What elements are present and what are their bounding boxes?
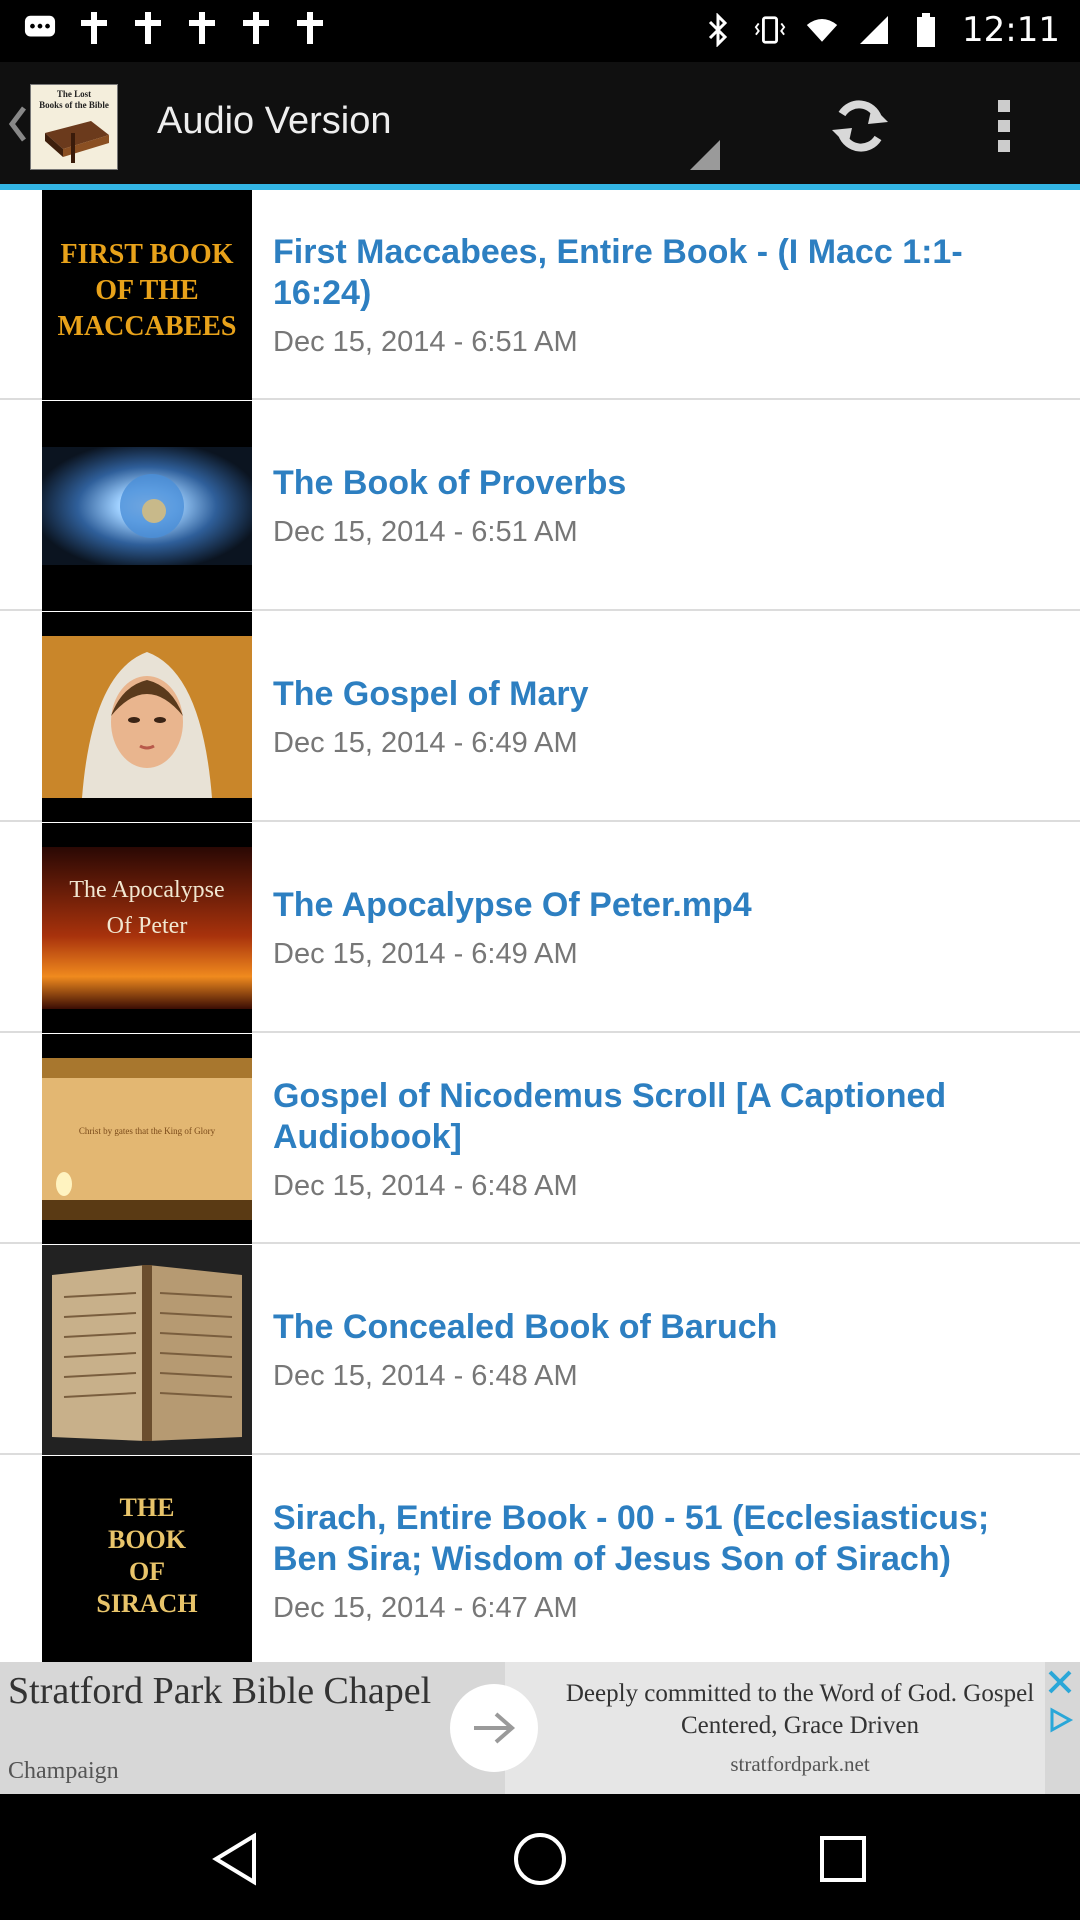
item-title: The Book of Proverbs [273, 464, 627, 502]
item-date: Dec 15, 2014 - 6:49 AM [273, 727, 578, 759]
signal-icon [858, 14, 890, 46]
svg-text:Of Peter: Of Peter [107, 913, 188, 939]
app-icon [78, 12, 110, 44]
svg-text:Books of the Bible: Books of the Bible [39, 100, 109, 110]
ad-subtitle: Champaign [8, 1758, 119, 1784]
list-item[interactable]: The Gospel of Mary Dec 15, 2014 - 6:49 A… [0, 612, 1080, 822]
item-date: Dec 15, 2014 - 6:49 AM [273, 938, 578, 970]
list-item[interactable]: Christ by gates that the King of Glory G… [0, 1034, 1080, 1244]
adchoices-icon[interactable] [1046, 1706, 1074, 1734]
back-chevron-icon[interactable] [8, 104, 28, 148]
svg-text:FIRST BOOK: FIRST BOOK [61, 239, 234, 270]
close-icon[interactable] [1046, 1668, 1074, 1696]
item-title: First Maccabees, Entire Book - (I Macc 1… [273, 232, 963, 312]
recents-square-icon[interactable] [808, 1824, 878, 1894]
chat-bubble-icon [24, 12, 56, 44]
svg-text:OF: OF [129, 1557, 165, 1586]
thumbnail-nicodemus-scroll: Christ by gates that the King of Glory [42, 1034, 252, 1244]
svg-text:OF THE: OF THE [95, 275, 198, 306]
spinner-triangle-icon[interactable] [690, 140, 720, 174]
item-title: Sirach, Entire Book - 00 - 51 (Ecclesias… [273, 1498, 990, 1578]
thumbnail-book-of-sirach: THE BOOK OF SIRACH [42, 1456, 252, 1662]
vibrate-icon [754, 14, 786, 46]
ad-banner[interactable]: Stratford Park Bible Chapel Champaign De… [0, 1662, 1080, 1794]
wifi-icon [806, 14, 838, 46]
svg-text:BOOK: BOOK [108, 1525, 187, 1554]
app-icon [240, 12, 272, 44]
item-date: Dec 15, 2014 - 6:48 AM [273, 1169, 578, 1202]
list-item[interactable]: FIRST BOOK OF THE MACCABEES First Maccab… [0, 190, 1080, 400]
item-date: Dec 15, 2014 - 6:51 AM [273, 516, 578, 548]
video-list[interactable]: FIRST BOOK OF THE MACCABEES First Maccab… [0, 190, 1080, 1662]
status-bar: 12:11 [0, 0, 1080, 62]
svg-text:SIRACH: SIRACH [96, 1589, 197, 1618]
list-item[interactable]: THE BOOK OF SIRACH Sirach, Entire Book -… [0, 1456, 1080, 1662]
page-title[interactable]: Audio Version [157, 100, 392, 143]
refresh-icon[interactable] [828, 98, 892, 158]
app-icon [186, 12, 218, 44]
thumbnail-book-of-baruch [42, 1245, 252, 1455]
navigation-bar [0, 1794, 1080, 1920]
svg-text:MACCABEES: MACCABEES [58, 311, 237, 342]
item-date: Dec 15, 2014 - 6:51 AM [273, 325, 578, 358]
thumbnail-maccabees: FIRST BOOK OF THE MACCABEES [42, 190, 252, 400]
back-triangle-icon[interactable] [200, 1824, 270, 1894]
battery-icon [910, 13, 942, 47]
thumbnail-proverbs [42, 401, 252, 611]
ad-arrow-button[interactable] [450, 1684, 538, 1772]
home-circle-icon[interactable] [505, 1824, 575, 1894]
list-item[interactable]: The Book of Proverbs Dec 15, 2014 - 6:51… [0, 401, 1080, 611]
thumbnail-gospel-of-mary [42, 612, 252, 822]
ad-title[interactable]: Stratford Park Bible Chapel [8, 1668, 438, 1714]
list-item[interactable]: The Concealed Book of Baruch Dec 15, 201… [0, 1245, 1080, 1455]
overflow-menu-icon[interactable] [992, 98, 1016, 158]
svg-text:THE: THE [120, 1493, 175, 1522]
app-icon [132, 12, 164, 44]
svg-text:The Apocalypse: The Apocalypse [69, 877, 224, 903]
arrow-right-icon [474, 1712, 516, 1744]
clock: 12:11 [962, 10, 1060, 50]
list-item[interactable]: The Apocalypse Of Peter The Apocalypse O… [0, 823, 1080, 1033]
item-title: The Gospel of Mary [273, 675, 589, 713]
ad-url[interactable]: stratfordpark.net [540, 1752, 1060, 1777]
thumbnail-apocalypse-of-peter: The Apocalypse Of Peter [42, 823, 252, 1033]
app-logo[interactable]: The Lost Books of the Bible [30, 84, 118, 170]
item-title: The Concealed Book of Baruch [273, 1308, 778, 1346]
action-bar: The Lost Books of the Bible Audio Versio… [0, 62, 1080, 184]
item-date: Dec 15, 2014 - 6:48 AM [273, 1360, 578, 1392]
ad-description: Deeply committed to the Word of God. Gos… [565, 1680, 1035, 1739]
svg-text:Christ by gates that the King: Christ by gates that the King of Glory [79, 1126, 216, 1136]
bluetooth-icon [702, 13, 734, 47]
svg-text:The Lost: The Lost [57, 89, 91, 99]
item-date: Dec 15, 2014 - 6:47 AM [273, 1591, 578, 1624]
item-title: Gospel of Nicodemus Scroll [A Captioned … [273, 1076, 947, 1156]
app-icon [294, 12, 326, 44]
item-title: The Apocalypse Of Peter.mp4 [273, 886, 752, 924]
